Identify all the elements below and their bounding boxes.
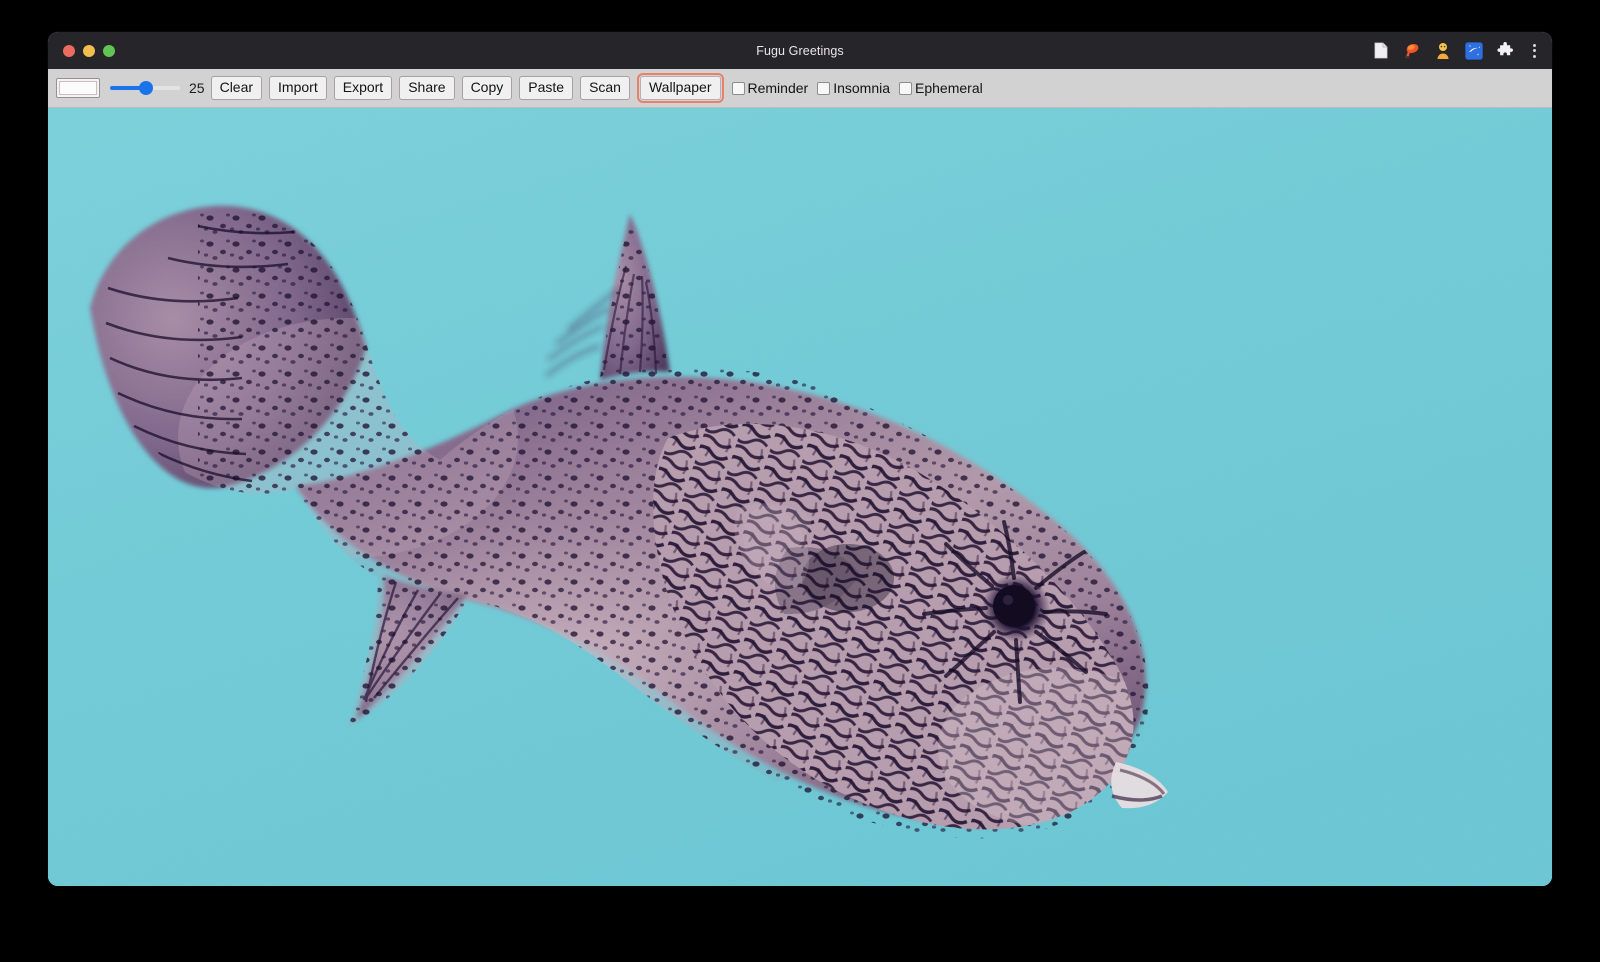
ephemeral-checkbox-box[interactable] [899,82,912,95]
menu-dot [1533,49,1536,52]
reminder-checkbox-box[interactable] [732,82,745,95]
import-button[interactable]: Import [269,76,327,100]
menu-dot [1533,55,1536,58]
clear-button[interactable]: Clear [211,76,262,100]
insomnia-checkbox-label: Insomnia [833,80,890,96]
minimize-window-button[interactable] [83,45,95,57]
app-install-icon[interactable] [1464,41,1484,61]
wallpaper-button[interactable]: Wallpaper [640,76,721,100]
close-window-button[interactable] [63,45,75,57]
ephemeral-checkbox-label: Ephemeral [915,80,983,96]
ephemeral-checkbox[interactable]: Ephemeral [899,80,983,96]
extensions-puzzle-icon[interactable] [1495,41,1515,61]
extension-paint-icon[interactable] [1402,41,1422,61]
insomnia-checkbox[interactable]: Insomnia [817,80,890,96]
maximize-window-button[interactable] [103,45,115,57]
reminder-checkbox[interactable]: Reminder [732,80,809,96]
profile-avatar-icon[interactable] [1433,41,1453,61]
traffic-lights [63,45,115,57]
page-document-icon[interactable] [1371,41,1391,61]
menu-dot [1533,44,1536,47]
paste-button[interactable]: Paste [519,76,573,100]
color-picker-swatch [59,81,97,95]
browser-actions [1371,32,1542,69]
title-bar: Fugu Greetings [48,32,1552,69]
insomnia-checkbox-box[interactable] [817,82,830,95]
share-button[interactable]: Share [399,76,454,100]
screenshot-root: Fugu Greetings [0,0,1600,962]
copy-button[interactable]: Copy [462,76,513,100]
export-button[interactable]: Export [334,76,392,100]
app-toolbar: 25 Clear Import Export Share Copy Paste … [48,69,1552,108]
color-picker[interactable] [56,78,100,98]
browser-menu-icon[interactable] [1526,41,1542,61]
slider-thumb[interactable] [139,81,153,95]
reminder-checkbox-label: Reminder [748,80,809,96]
line-width-value: 25 [189,80,205,96]
drawing-canvas[interactable] [48,108,1552,886]
scan-button[interactable]: Scan [580,76,630,100]
line-width-slider[interactable] [110,79,180,97]
browser-window: Fugu Greetings [48,32,1552,886]
page-title: Fugu Greetings [48,44,1552,58]
pufferfish-photo [48,108,1552,886]
